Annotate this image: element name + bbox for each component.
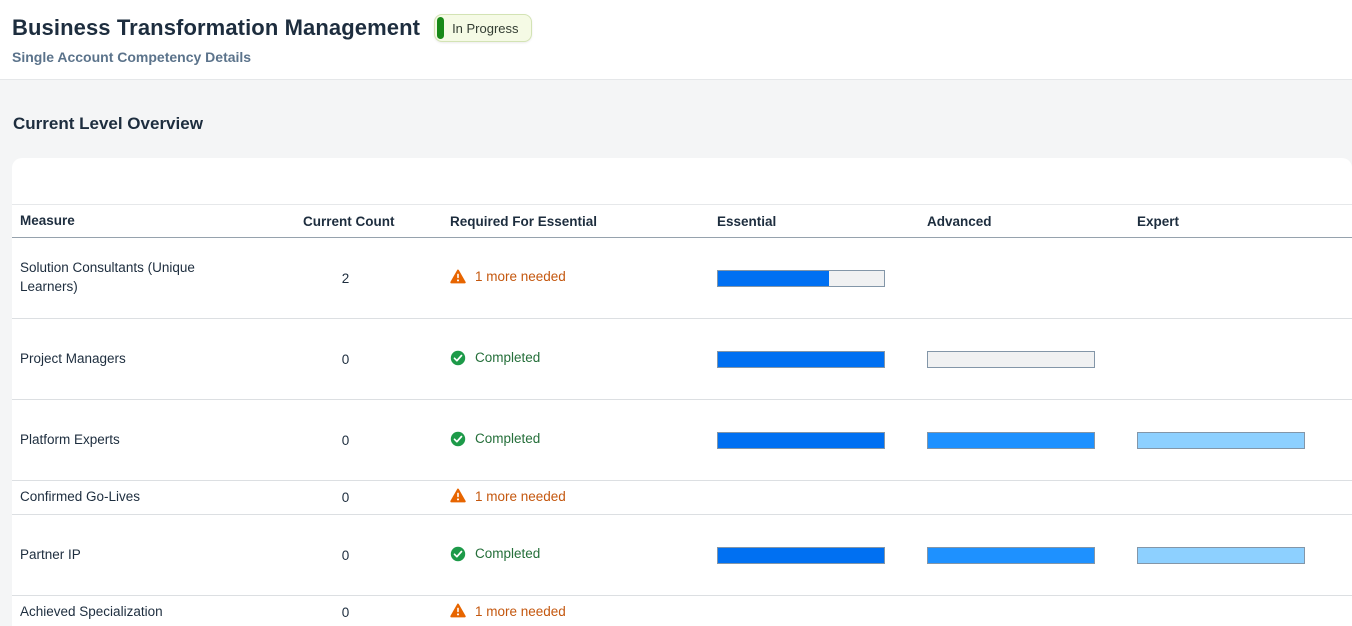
success-icon (450, 350, 466, 366)
essential-progress-fill (718, 548, 884, 563)
status-label: Completed (475, 546, 540, 561)
card-toolbar (12, 158, 1352, 204)
status-cell: Completed (450, 350, 717, 369)
column-header-advanced: Advanced (927, 214, 1137, 229)
measure-label: Platform Experts (20, 431, 254, 450)
table-header-row: Measure Current Count Required For Essen… (12, 204, 1352, 238)
table-row: Partner IP 0 Completed (12, 515, 1352, 596)
advanced-progress-fill (928, 548, 1094, 563)
essential-progress-bar (717, 351, 885, 368)
advanced-progress-bar (927, 547, 1095, 564)
measure-label: Achieved Specialization (20, 603, 254, 622)
column-header-measure: Measure (20, 212, 254, 231)
advanced-cell (927, 351, 1137, 368)
success-icon (450, 431, 466, 447)
essential-cell (717, 270, 927, 287)
status-cell: Completed (450, 431, 717, 450)
table-row: Achieved Specialization 0 1 more needed (12, 596, 1352, 626)
table-row: Platform Experts 0 Completed (12, 400, 1352, 481)
current-count-value: 0 (303, 433, 450, 448)
status-cell: Completed (450, 546, 717, 565)
warning-icon (450, 269, 466, 285)
current-count-value: 0 (303, 352, 450, 367)
expert-progress-bar (1137, 547, 1305, 564)
measure-label: Project Managers (20, 350, 254, 369)
status-label: Completed (475, 350, 540, 365)
expert-progress-fill (1138, 433, 1304, 448)
page-header: Business Transformation Management In Pr… (0, 0, 1352, 80)
current-count-value: 0 (303, 490, 450, 505)
page-title: Business Transformation Management (12, 15, 420, 41)
advanced-progress-bar (927, 432, 1095, 449)
page: Business Transformation Management In Pr… (0, 0, 1352, 626)
current-count-value: 0 (303, 605, 450, 620)
overview-card: Measure Current Count Required For Essen… (12, 158, 1352, 626)
status-label: 1 more needed (475, 269, 566, 284)
warning-icon (450, 488, 466, 504)
status-indicator: 1 more needed (450, 488, 566, 504)
expert-cell (1137, 432, 1352, 449)
measure-label: Solution Consultants (Unique Learners) (20, 259, 254, 297)
essential-progress-bar (717, 270, 885, 287)
status-badge-label: In Progress (452, 21, 518, 36)
essential-progress-bar (717, 547, 885, 564)
status-indicator: Completed (450, 431, 540, 447)
status-cell: 1 more needed (450, 603, 717, 622)
status-label: 1 more needed (475, 604, 566, 619)
badge-accent-bar (437, 17, 444, 39)
status-label: Completed (475, 431, 540, 446)
column-header-essential: Essential (717, 214, 927, 229)
status-badge: In Progress (434, 14, 531, 42)
status-cell: 1 more needed (450, 269, 717, 288)
measure-label: Confirmed Go-Lives (20, 488, 254, 507)
advanced-progress-bar (927, 351, 1095, 368)
essential-progress-fill (718, 271, 829, 286)
status-cell: 1 more needed (450, 488, 717, 507)
measure-label: Partner IP (20, 546, 254, 565)
essential-progress-fill (718, 352, 884, 367)
expert-progress-fill (1138, 548, 1304, 563)
advanced-progress-fill (928, 433, 1094, 448)
essential-progress-bar (717, 432, 885, 449)
content-area: Current Level Overview Measure Current C… (0, 80, 1352, 626)
status-indicator: Completed (450, 350, 540, 366)
advanced-cell (927, 547, 1137, 564)
column-header-expert: Expert (1137, 214, 1352, 229)
table-row: Confirmed Go-Lives 0 1 more needed (12, 481, 1352, 515)
current-count-value: 0 (303, 548, 450, 563)
expert-progress-bar (1137, 432, 1305, 449)
warning-icon (450, 603, 466, 619)
table-body: Solution Consultants (Unique Learners) 2… (12, 238, 1352, 626)
essential-cell (717, 547, 927, 564)
status-label: 1 more needed (475, 489, 566, 504)
status-indicator: 1 more needed (450, 603, 566, 619)
success-icon (450, 546, 466, 562)
status-indicator: 1 more needed (450, 269, 566, 285)
expert-cell (1137, 547, 1352, 564)
essential-progress-fill (718, 433, 884, 448)
table-row: Project Managers 0 Completed (12, 319, 1352, 400)
section-title: Current Level Overview (0, 80, 1352, 134)
advanced-cell (927, 432, 1137, 449)
current-count-value: 2 (303, 271, 450, 286)
essential-cell (717, 432, 927, 449)
essential-cell (717, 351, 927, 368)
table-row: Solution Consultants (Unique Learners) 2… (12, 238, 1352, 319)
column-header-current-count: Current Count (303, 214, 450, 229)
page-subtitle: Single Account Competency Details (12, 49, 1352, 65)
column-header-required-for-essential: Required For Essential (450, 214, 717, 229)
status-indicator: Completed (450, 546, 540, 562)
title-row: Business Transformation Management In Pr… (12, 14, 1352, 42)
